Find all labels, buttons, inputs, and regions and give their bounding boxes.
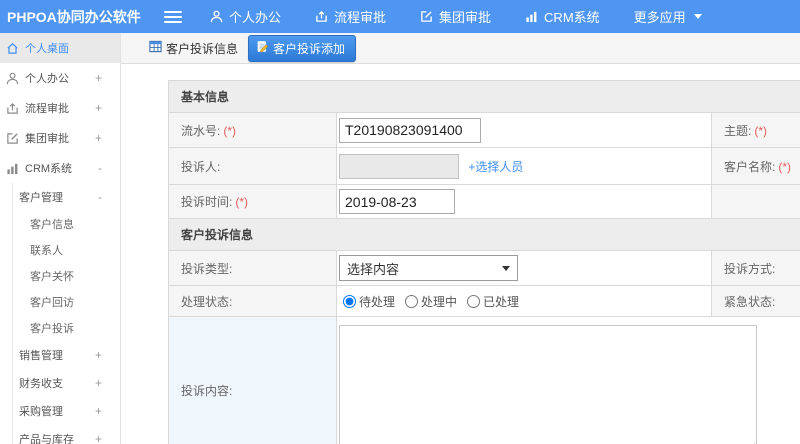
sidebar-item-finance[interactable]: 财务收支 + [13, 369, 120, 397]
complaint-form: 基本信息 流水号:(*) 主题:(*) 投诉人: +选择人员 客户名称:(*) [121, 64, 800, 444]
sidebar-item-personal-office[interactable]: 个人办公 + [0, 63, 120, 93]
process-status-label: 处理状态: [168, 285, 337, 317]
process-status-row: 处理状态: 待处理 处理中 已处理 紧急状态: [168, 285, 800, 317]
nav-crm-system[interactable]: CRM系统 [525, 7, 600, 26]
section-complaint-info: 客户投诉信息 [167, 218, 800, 251]
serial-number-row: 流水号:(*) 主题:(*) [168, 112, 800, 148]
select-caret-icon [502, 265, 510, 271]
serial-number-label: 流水号: (*) [168, 112, 337, 148]
sidebar-item-customer-complaint[interactable]: 客户投诉 [13, 315, 120, 341]
radio-processing[interactable]: 处理中 [405, 293, 457, 310]
hamburger-menu-icon[interactable] [164, 10, 182, 23]
section-title: 基本信息 [167, 80, 800, 113]
sidebar-item-procurement[interactable]: 采购管理 + [13, 397, 120, 425]
expand-icon[interactable]: + [95, 71, 102, 85]
sidebar-item-personal-desktop[interactable]: 个人桌面 [0, 33, 120, 63]
flow-icon [315, 10, 328, 23]
nav-personal-office[interactable]: 个人办公 [210, 7, 281, 26]
section-basic-info: 基本信息 [167, 80, 800, 113]
complaint-type-row: 投诉类型: 选择内容 投诉方式: [168, 250, 800, 286]
collapse-icon[interactable]: - [98, 161, 102, 175]
complaint-content-textarea[interactable] [339, 325, 757, 444]
customer-name-label: 客户名称: (*) [711, 147, 800, 185]
complaint-method-label: 投诉方式: [711, 250, 800, 286]
sidebar-item-crm-system[interactable]: CRM系统 - [0, 153, 120, 183]
complaint-content-row: 投诉内容: [168, 316, 800, 444]
add-complaint-button[interactable]: 客户投诉添加 [248, 34, 357, 62]
complaint-type-label: 投诉类型: [168, 250, 337, 286]
app-logo: PHPOA协同办公软件 [7, 8, 141, 25]
nav-workflow-approval[interactable]: 流程审批 [315, 7, 386, 26]
sidebar-item-workflow-approval[interactable]: 流程审批 + [0, 93, 120, 123]
complainant-input [339, 153, 459, 179]
sidebar-item-sales-management[interactable]: 销售管理 + [13, 341, 120, 369]
radio-processed-input[interactable] [467, 294, 481, 308]
bar-chart-icon [525, 10, 538, 23]
complainant-label: 投诉人: [168, 147, 337, 185]
expand-icon[interactable]: + [95, 101, 102, 115]
sidebar-item-customer-info[interactable]: 客户信息 [13, 211, 120, 237]
complaint-type-select[interactable]: 选择内容 [339, 255, 518, 281]
add-page-icon [256, 40, 269, 56]
serial-number-input[interactable] [339, 117, 481, 143]
subject-label: 主题: (*) [711, 112, 800, 148]
tab-bar: 客户投诉信息 客户投诉添加 [121, 33, 800, 64]
expand-icon[interactable]: + [95, 404, 102, 418]
crm-submenu: 客户管理 - 客户信息 联系人 客户关怀 客户回访 客户投诉 销售管理 + 财务… [12, 183, 120, 444]
sidebar-item-products-inventory[interactable]: 产品与库存 + [13, 425, 120, 444]
choose-person-link[interactable]: +选择人员 [468, 160, 523, 174]
top-nav: 个人办公 流程审批 集团审批 CRM系统 更多应用 [210, 7, 702, 26]
expand-icon[interactable]: + [95, 348, 102, 362]
required-mark: (*) [235, 195, 249, 209]
table-icon [149, 40, 162, 56]
nav-more-apps[interactable]: 更多应用 [634, 7, 702, 26]
collapse-icon[interactable]: - [98, 190, 102, 204]
urgency-status-label: 紧急状态: [711, 285, 800, 317]
tab-customer-complaint-info[interactable]: 客户投诉信息 [149, 40, 238, 57]
sidebar-item-contacts[interactable]: 联系人 [13, 237, 120, 263]
complaint-time-row: 投诉时间: (*) [168, 184, 800, 219]
nav-group-approval[interactable]: 集团审批 [420, 7, 491, 26]
radio-processing-input[interactable] [405, 294, 419, 308]
process-status-radio-group: 待处理 处理中 已处理 [339, 293, 709, 310]
expand-icon[interactable]: + [95, 432, 102, 444]
radio-processed[interactable]: 已处理 [467, 293, 519, 310]
sidebar-item-group-approval[interactable]: 集团审批 + [0, 123, 120, 153]
sidebar-item-customer-callback[interactable]: 客户回访 [13, 289, 120, 315]
section-title: 客户投诉信息 [167, 218, 800, 251]
radio-pending[interactable]: 待处理 [343, 293, 395, 310]
required-mark: (*) [754, 123, 768, 138]
complaint-content-label: 投诉内容: [168, 316, 337, 444]
bar-chart-icon [6, 162, 19, 175]
required-mark: (*) [778, 159, 792, 174]
radio-pending-input[interactable] [343, 294, 356, 308]
complaint-time-label: 投诉时间: (*) [168, 184, 337, 219]
sidebar: 个人桌面 个人办公 + 流程审批 + 集团审批 + CRM系统 - 客户管理 - [0, 33, 121, 444]
flow-icon [6, 102, 19, 115]
person-icon [6, 72, 19, 85]
complainant-row: 投诉人: +选择人员 客户名称: (*) [168, 147, 800, 185]
complaint-time-input[interactable] [339, 189, 455, 214]
required-mark: (*) [223, 123, 237, 138]
edit-icon [420, 10, 433, 23]
expand-icon[interactable]: + [95, 131, 102, 145]
expand-icon[interactable]: + [95, 376, 102, 390]
sidebar-item-customer-care[interactable]: 客户关怀 [13, 263, 120, 289]
home-icon [6, 42, 19, 55]
edit-icon [6, 132, 19, 145]
caret-down-icon [693, 14, 702, 19]
sidebar-item-customer-management[interactable]: 客户管理 - [13, 183, 120, 211]
person-icon [210, 10, 223, 23]
top-header: PHPOA协同办公软件 个人办公 流程审批 集团审批 CRM系统 更多应用 [0, 0, 800, 33]
content-area: 客户投诉信息 客户投诉添加 基本信息 流水号:(*) 主题:(*) [121, 33, 800, 444]
